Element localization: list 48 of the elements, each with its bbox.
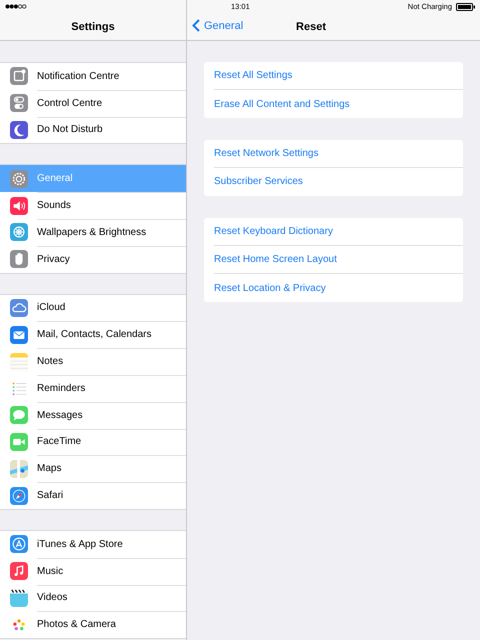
sidebar-item[interactable]: Privacy xyxy=(0,246,186,273)
reset-option[interactable]: Reset Network Settings xyxy=(214,140,463,168)
sidebar-item[interactable]: Safari xyxy=(0,482,186,509)
app-icon xyxy=(10,562,28,580)
sidebar-item[interactable]: Music xyxy=(0,558,186,585)
sidebar-item[interactable]: Videos xyxy=(0,584,186,612)
sidebar-item[interactable]: Messages xyxy=(0,402,186,429)
app-icon xyxy=(10,94,28,112)
app-icon xyxy=(10,406,28,424)
sidebar-item[interactable]: Sounds xyxy=(0,192,186,219)
chevron-icon xyxy=(192,19,200,32)
sidebar-item[interactable]: Photos & Camera xyxy=(0,611,186,638)
app-icon xyxy=(10,588,28,607)
app-icon xyxy=(10,170,28,188)
app-icon xyxy=(10,352,28,371)
reset-option[interactable]: Erase All Content and Settings xyxy=(214,89,463,118)
reset-option[interactable]: Reset Home Screen Layout xyxy=(214,244,463,274)
sidebar-item[interactable]: Notes xyxy=(0,348,186,375)
app-icon xyxy=(10,535,28,554)
sidebar-item[interactable]: Mail, Contacts, Calendars xyxy=(0,321,186,348)
page-title: Reset xyxy=(296,20,326,32)
reset-option[interactable]: Subscriber Services xyxy=(214,167,463,196)
sidebar-item[interactable]: Notification Centre xyxy=(0,63,186,90)
app-icon xyxy=(10,67,28,86)
signal-icon xyxy=(5,4,27,9)
sidebar-title: Settings xyxy=(71,20,115,32)
battery-icon xyxy=(456,2,476,10)
sidebar-item[interactable]: Do Not Disturb xyxy=(0,116,186,144)
app-icon xyxy=(10,250,28,268)
reset-option[interactable]: Reset All Settings xyxy=(214,62,463,90)
sidebar-item[interactable]: iTunes & App Store xyxy=(0,530,186,558)
app-icon xyxy=(10,326,28,344)
reset-option[interactable]: Reset Location & Privacy xyxy=(214,273,463,302)
app-icon xyxy=(10,223,28,242)
app-icon xyxy=(10,486,28,505)
sidebar-item[interactable]: Maps xyxy=(0,455,186,482)
back-button[interactable]: General xyxy=(192,19,244,32)
sidebar-item[interactable]: FaceTime xyxy=(0,428,186,456)
app-icon xyxy=(10,432,28,451)
reset-option[interactable]: Reset Keyboard Dictionary xyxy=(214,218,463,245)
app-icon xyxy=(10,460,28,478)
app-icon xyxy=(10,196,28,215)
app-icon xyxy=(10,120,28,139)
sidebar-item[interactable]: Reminders xyxy=(0,374,186,402)
sidebar-item[interactable]: iCloud xyxy=(0,294,186,322)
sidebar-item[interactable]: Control Centre xyxy=(0,90,186,117)
sidebar-item[interactable]: Wallpapers & Brightness xyxy=(0,218,186,246)
app-icon xyxy=(10,298,28,317)
